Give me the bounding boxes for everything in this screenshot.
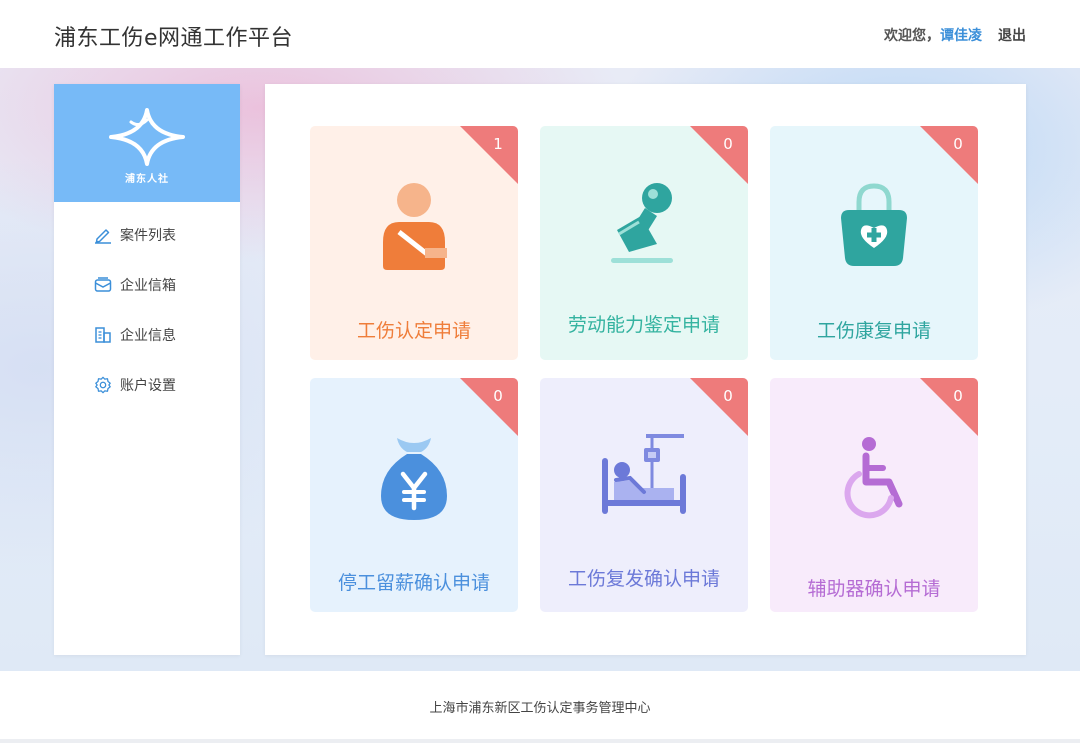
stamp-icon bbox=[540, 178, 748, 278]
card-label: 停工留薪确认申请 bbox=[337, 572, 490, 594]
count-badge: 0 bbox=[953, 135, 963, 153]
money-bag-icon bbox=[310, 430, 518, 530]
pencil-icon bbox=[94, 226, 112, 244]
user-area: 欢迎您，谭佳凌 退出 bbox=[884, 25, 1026, 45]
card-label: 工伤康复申请 bbox=[816, 320, 931, 342]
logo-panel: 浦东人社 bbox=[54, 84, 240, 202]
card-label: 工伤复发确认申请 bbox=[567, 568, 720, 590]
app-title: 浦东工伤e网通工作平台 bbox=[54, 26, 294, 51]
card-assistive-device[interactable]: 0 辅助器确认申请 bbox=[770, 378, 978, 612]
count-badge: 1 bbox=[493, 135, 503, 153]
bottom-strip bbox=[0, 739, 1080, 743]
medical-bag-icon bbox=[770, 178, 978, 278]
card-injury-rehabilitation[interactable]: 0 工伤康复申请 bbox=[770, 126, 978, 360]
gear-icon bbox=[94, 376, 112, 394]
count-badge: 0 bbox=[953, 387, 963, 405]
sidebar-item-label: 企业信箱 bbox=[120, 278, 176, 294]
sidebar-item-mailbox[interactable]: 企业信箱 bbox=[54, 260, 240, 310]
top-header: 浦东工伤e网通工作平台 欢迎您，谭佳凌 退出 bbox=[0, 0, 1080, 68]
sidebar-item-company-info[interactable]: 企业信息 bbox=[54, 310, 240, 360]
card-injury-recognition[interactable]: 1 工伤认定申请 bbox=[310, 126, 518, 360]
sidebar-item-case-list[interactable]: 案件列表 bbox=[54, 210, 240, 260]
username-link[interactable]: 谭佳凌 bbox=[940, 28, 982, 44]
wheelchair-icon bbox=[770, 430, 978, 530]
logo-text: 浦东人社 bbox=[125, 174, 169, 185]
building-icon bbox=[94, 326, 112, 344]
footer-text: 上海市浦东新区工伤认定事务管理中心 bbox=[429, 701, 651, 716]
sidebar-item-account-settings[interactable]: 账户设置 bbox=[54, 360, 240, 410]
sidebar: 浦东人社 案件列表 企业信箱 企业信息 账户设置 bbox=[54, 84, 240, 655]
card-label: 劳动能力鉴定申请 bbox=[567, 314, 720, 336]
sidebar-item-label: 案件列表 bbox=[120, 228, 176, 244]
mailbox-icon bbox=[94, 276, 112, 294]
footer: 上海市浦东新区工伤认定事务管理中心 bbox=[0, 671, 1080, 739]
hospital-bed-icon bbox=[540, 430, 748, 530]
sidebar-nav: 案件列表 企业信箱 企业信息 账户设置 bbox=[54, 210, 240, 410]
count-badge: 0 bbox=[493, 387, 503, 405]
card-injury-recurrence[interactable]: 0 工伤复发确认申请 bbox=[540, 378, 748, 612]
card-label: 辅助器确认申请 bbox=[807, 578, 941, 600]
card-labor-ability-appraisal[interactable]: 0 劳动能力鉴定申请 bbox=[540, 126, 748, 360]
welcome-text: 欢迎您， bbox=[884, 28, 940, 44]
count-badge: 0 bbox=[723, 135, 733, 153]
main-panel: 1 工伤认定申请 0 劳动能力鉴定申请 0 工伤康复申请 0 停工留薪确认申请 … bbox=[265, 84, 1026, 655]
sidebar-item-label: 企业信息 bbox=[120, 328, 176, 344]
logout-link[interactable]: 退出 bbox=[998, 28, 1026, 44]
sidebar-item-label: 账户设置 bbox=[120, 378, 176, 394]
count-badge: 0 bbox=[723, 387, 733, 405]
injured-person-icon bbox=[310, 178, 518, 278]
card-work-suspension-pay[interactable]: 0 停工留薪确认申请 bbox=[310, 378, 518, 612]
logo-star-icon bbox=[109, 108, 185, 166]
card-label: 工伤认定申请 bbox=[356, 320, 471, 342]
